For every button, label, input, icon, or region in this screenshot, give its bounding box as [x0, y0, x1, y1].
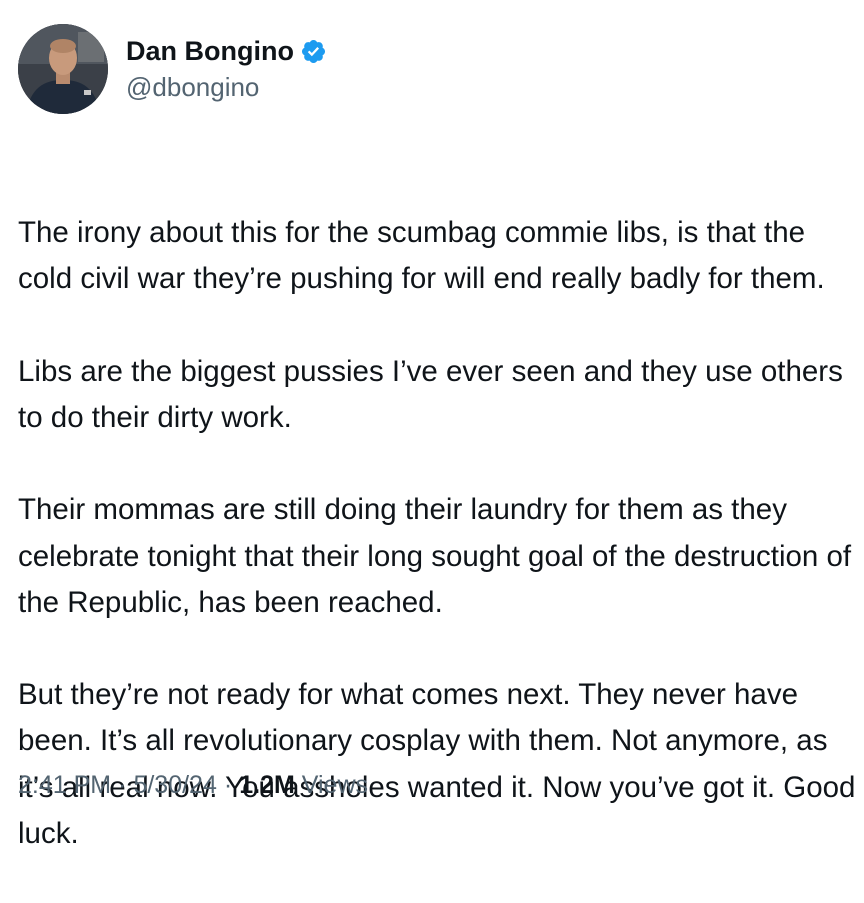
tweet-time[interactable]: 2:41 PM — [18, 768, 111, 802]
tweet-paragraph: The irony about this for the scumbag com… — [18, 216, 825, 296]
name-row: Dan Bongino — [126, 34, 327, 68]
tweet-paragraph: Libs are the biggest pussies I’ve ever s… — [18, 354, 843, 435]
verified-badge-icon[interactable] — [300, 38, 327, 65]
tweet-card: Dan Bongino @dbongino The irony about th… — [0, 0, 864, 850]
views-count[interactable]: 1.2M — [239, 768, 295, 802]
tweet-paragraph: Their mommas are still doing their laund… — [18, 493, 852, 619]
views-label: Views — [301, 771, 369, 799]
display-name[interactable]: Dan Bongino — [126, 34, 294, 68]
tweet-date[interactable]: 5/30/24 — [133, 768, 216, 802]
author-handle[interactable]: @dbongino — [126, 70, 327, 104]
tweet-meta: 2:41 PM · 5/30/24 · 1.2M Views — [18, 768, 368, 802]
meta-separator: · — [118, 771, 127, 799]
author-names: Dan Bongino @dbongino — [126, 34, 327, 104]
tweet-paragraph: But they’re not ready for what comes nex… — [18, 678, 856, 850]
tweet-header: Dan Bongino @dbongino — [18, 24, 327, 114]
meta-separator: · — [223, 771, 233, 799]
avatar[interactable] — [18, 24, 108, 114]
